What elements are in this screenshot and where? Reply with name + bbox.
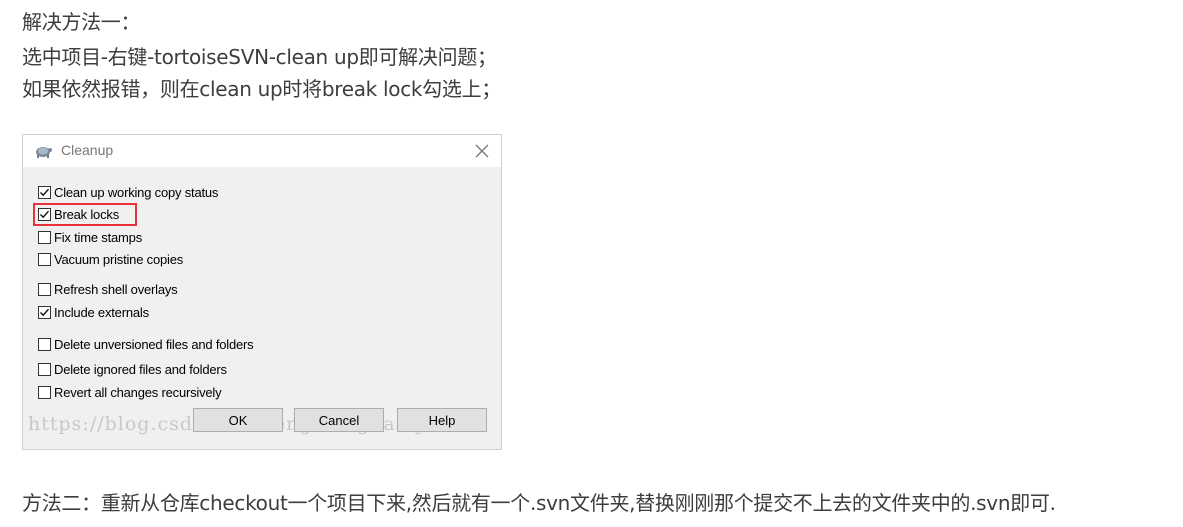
- dialog-titlebar: Cleanup: [23, 135, 501, 167]
- solution-two-text: 方法二：重新从仓库checkout一个项目下来,然后就有一个.svn文件夹,替换…: [22, 491, 1056, 515]
- option-label: Refresh shell overlays: [54, 281, 178, 297]
- close-button[interactable]: [469, 138, 495, 164]
- option-revert-all-changes[interactable]: Revert all changes recursively: [38, 383, 222, 401]
- option-label: Vacuum pristine copies: [54, 251, 184, 267]
- checkbox[interactable]: [38, 337, 51, 351]
- option-label: Delete unversioned files and folders: [54, 336, 254, 352]
- option-fix-time-stamps[interactable]: Fix time stamps: [38, 228, 142, 246]
- checkbox[interactable]: [38, 362, 51, 376]
- option-delete-unversioned[interactable]: Delete unversioned files and folders: [38, 335, 254, 353]
- option-label: Fix time stamps: [54, 229, 143, 245]
- checkbox[interactable]: [38, 185, 51, 199]
- checkbox[interactable]: [38, 282, 51, 296]
- option-include-externals[interactable]: Include externals: [38, 303, 149, 321]
- option-vacuum-pristine-copies[interactable]: Vacuum pristine copies: [38, 250, 183, 268]
- cleanup-dialog: Cleanup Clean up working copy status Bre…: [22, 134, 502, 450]
- option-label: Include externals: [54, 304, 149, 320]
- dialog-title: Cleanup: [61, 142, 114, 158]
- tortoise-icon: [33, 143, 53, 159]
- option-label: Revert all changes recursively: [54, 384, 222, 400]
- option-label: Clean up working copy status: [54, 184, 219, 200]
- solution-one-heading: 解决方法一：: [22, 10, 141, 34]
- option-refresh-shell-overlays[interactable]: Refresh shell overlays: [38, 280, 178, 298]
- option-delete-ignored[interactable]: Delete ignored files and folders: [38, 360, 227, 378]
- close-icon: [475, 144, 489, 158]
- checkbox[interactable]: [38, 252, 51, 266]
- cancel-button[interactable]: Cancel: [294, 408, 384, 432]
- solution-one-fallback: 如果依然报错，则在clean up时将break lock勾选上；: [22, 77, 501, 101]
- option-clean-up-working-copy-status[interactable]: Clean up working copy status: [38, 183, 218, 201]
- option-label: Delete ignored files and folders: [54, 361, 227, 377]
- checkbox[interactable]: [38, 230, 51, 244]
- ok-button[interactable]: OK: [193, 408, 283, 432]
- checkbox[interactable]: [38, 385, 51, 399]
- solution-one-step: 选中项目-右键-tortoiseSVN-clean up即可解决问题；: [22, 45, 497, 69]
- help-button[interactable]: Help: [397, 408, 487, 432]
- highlight-box: [33, 203, 137, 226]
- checkbox[interactable]: [38, 305, 51, 319]
